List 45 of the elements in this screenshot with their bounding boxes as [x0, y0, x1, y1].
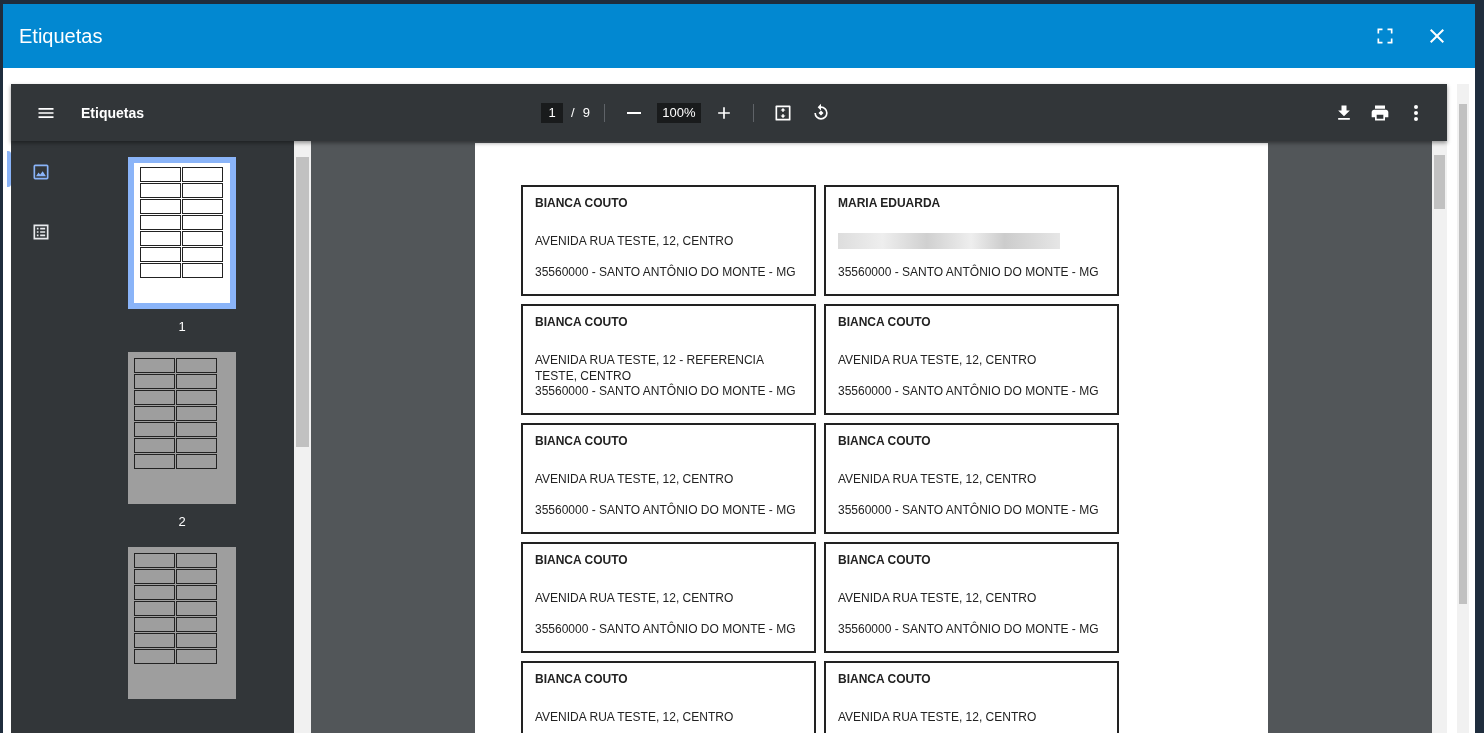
- city-line: 35560000 - SANTO ANTÔNIO DO MONTE - MG: [838, 503, 1100, 517]
- street-address: AVENIDA RUA TESTE, 12, CENTRO: [535, 590, 735, 607]
- street-address: AVENIDA RUA TESTE, 12, CENTRO: [838, 471, 1038, 488]
- zoom-field[interactable]: 100%: [656, 102, 701, 123]
- thumbnail-page-number: 1: [178, 319, 186, 334]
- page-thumbnail[interactable]: [128, 547, 236, 699]
- thumbnail-page-number: 2: [178, 514, 186, 529]
- city-line: 35560000 - SANTO ANTÔNIO DO MONTE - MG: [838, 622, 1100, 636]
- city-line: 35560000 - SANTO ANTÔNIO DO MONTE - MG: [838, 384, 1100, 398]
- city-line: 35560000 - SANTO ANTÔNIO DO MONTE - MG: [838, 265, 1100, 279]
- city-line: 35560000 - SANTO ANTÔNIO DO MONTE - MG: [535, 384, 797, 398]
- street-address: AVENIDA RUA TESTE, 12, CENTRO: [535, 709, 735, 726]
- page-thumbnail[interactable]: [128, 352, 236, 504]
- active-tab-indicator: [6, 151, 11, 187]
- page-number-field[interactable]: 1: [541, 102, 563, 123]
- street-address: AVENIDA RUA TESTE, 12, CENTRO: [838, 590, 1038, 607]
- city-line: 35560000 - SANTO ANTÔNIO DO MONTE - MG: [535, 503, 797, 517]
- more-vertical-icon: [1414, 104, 1418, 121]
- street-address: AVENIDA RUA TESTE, 12, CENTRO: [535, 233, 735, 250]
- recipient-name: BIANCA COUTO: [535, 434, 629, 448]
- page-separator: /: [571, 105, 575, 120]
- dialog-title: Etiquetas: [19, 24, 104, 48]
- street-address: AVENIDA RUA TESTE, 12, CENTRO: [838, 352, 1038, 369]
- street-address: AVENIDA RUA TESTE, 12 - REFERENCIA TESTE, CENTRO: [535, 352, 765, 383]
- recipient-name: BIANCA COUTO: [838, 672, 932, 686]
- fullscreen-icon: [1375, 26, 1395, 46]
- city-line: 35560000 - SANTO ANTÔNIO DO MONTE - MG: [535, 265, 797, 279]
- minus-icon: [626, 111, 641, 114]
- scrollbar[interactable]: [294, 141, 311, 733]
- street-address: AVENIDA RUA TESTE, 12, CENTRO: [838, 709, 1038, 726]
- scrollbar[interactable]: [1432, 141, 1447, 733]
- recipient-name: BIANCA COUTO: [838, 434, 932, 448]
- document-title: Etiquetas: [81, 104, 145, 121]
- recipient-name: BIANCA COUTO: [535, 672, 629, 686]
- recipient-name: MARIA EDUARDA: [838, 196, 942, 210]
- street-address: AVENIDA RUA TESTE, 12, CENTRO: [535, 471, 735, 488]
- page-count: 9: [582, 105, 590, 120]
- recipient-name: BIANCA COUTO: [838, 553, 932, 567]
- page-thumbnail[interactable]: [128, 157, 236, 309]
- scrollbar[interactable]: [1457, 84, 1469, 733]
- city-line: 35560000 - SANTO ANTÔNIO DO MONTE - MG: [535, 622, 797, 636]
- recipient-name: BIANCA COUTO: [535, 196, 629, 210]
- recipient-name: BIANCA COUTO: [838, 315, 932, 329]
- recipient-name: BIANCA COUTO: [535, 553, 629, 567]
- recipient-name: BIANCA COUTO: [535, 315, 629, 329]
